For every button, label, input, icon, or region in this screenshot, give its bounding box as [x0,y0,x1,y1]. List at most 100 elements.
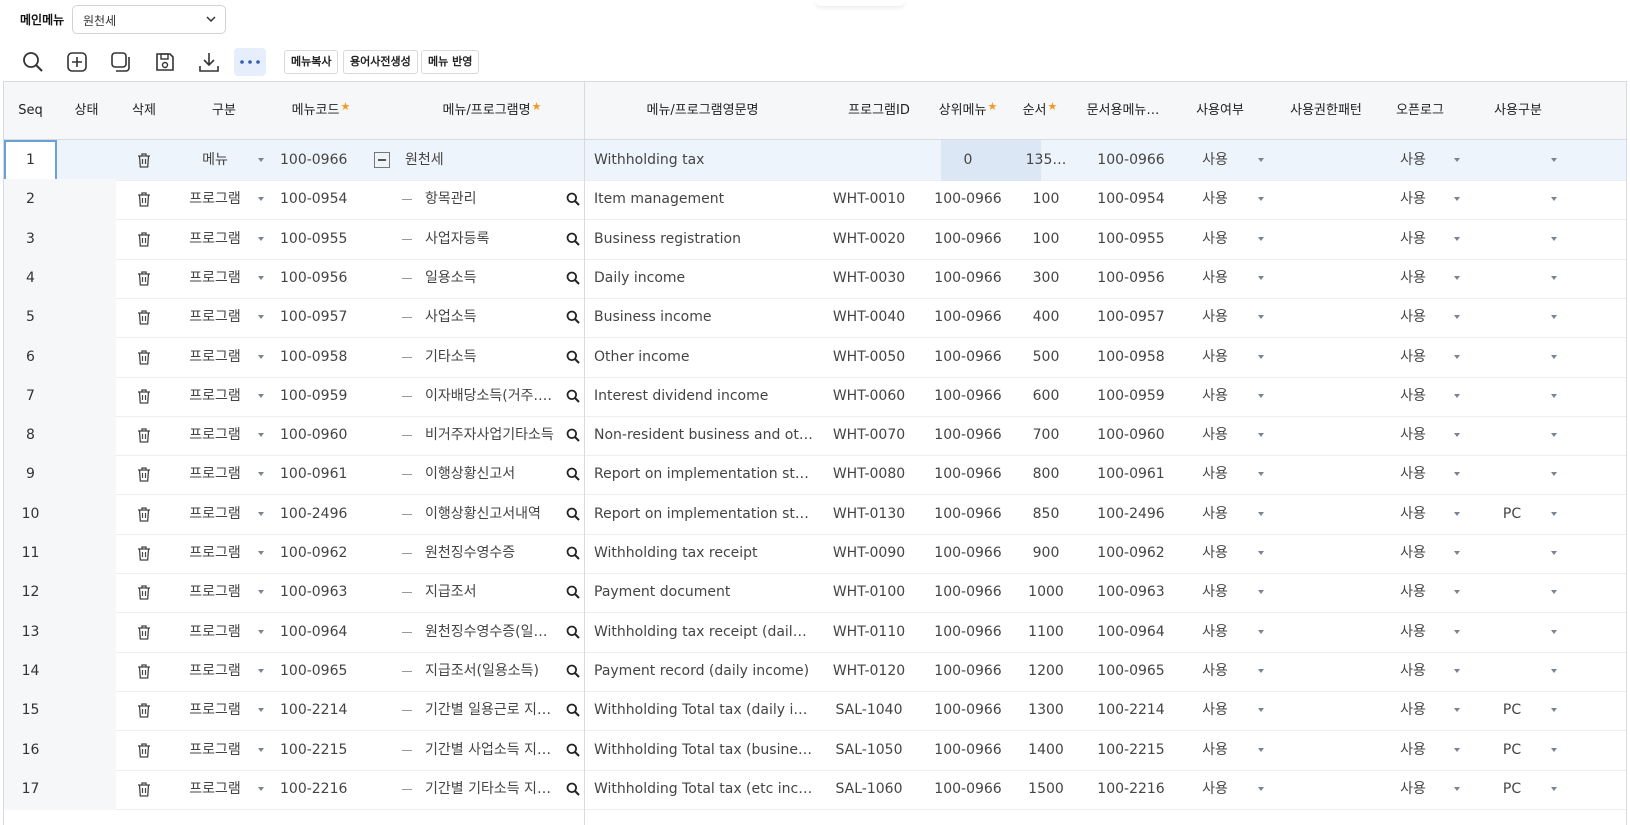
use-yn-cell[interactable]: 사용 [1190,140,1240,180]
parent-menu-cell[interactable]: 100-0966 [928,612,1008,652]
permission-pattern-cell[interactable] [1276,219,1376,259]
use-yn-cell[interactable]: 사용 [1190,376,1240,416]
parent-menu-cell[interactable]: 100-0966 [928,769,1008,809]
parent-menu-cell[interactable]: 100-0966 [928,219,1008,259]
menu-code-cell[interactable]: 100-0960 [280,415,370,455]
search-icon[interactable] [566,389,580,403]
table-row[interactable]: 16 프로그램 100-2215 기간별 사업소득 지급… Withholding To… [4,729,1626,771]
table-row[interactable]: 8 프로그램 100-0960 비거주자사업기타소득 Non-resident busi… [4,415,1626,457]
menu-code-cell[interactable]: 100-2216 [280,769,370,809]
trash-icon[interactable] [137,389,151,404]
trash-icon[interactable] [137,585,151,600]
dropdown-arrow-icon[interactable] [1551,708,1557,713]
type-cell[interactable]: 프로그램 [172,690,258,730]
menu-name-cell[interactable]: 기간별 일용근로 지급… [425,690,555,730]
type-cell[interactable]: 프로그램 [172,415,258,455]
dropdown-arrow-icon[interactable] [258,197,264,202]
menu-code-cell[interactable]: 100-0965 [280,651,370,691]
open-log-cell[interactable]: 사용 [1388,297,1438,337]
menu-eng-name-cell[interactable]: Withholding tax receipt [594,533,814,573]
col-menu-name[interactable]: 메뉴/프로그램명★ [400,82,584,140]
create-glossary-button[interactable]: 용어사전생성 [343,50,418,74]
menu-eng-name-cell[interactable]: Interest dividend income [594,376,814,416]
col-use-yn[interactable]: 사용여부 [1180,82,1260,140]
program-id-cell[interactable]: WHT-0120 [820,651,918,691]
col-menu-code[interactable]: 메뉴코드★ [276,82,366,140]
dropdown-arrow-icon[interactable] [1454,354,1460,359]
col-order[interactable]: 순서★ [1012,82,1068,140]
menu-code-cell[interactable]: 100-0954 [280,179,370,219]
menu-eng-name-cell[interactable]: Withholding tax receipt (daily inco… [594,612,814,652]
dropdown-arrow-icon[interactable] [1454,668,1460,673]
dropdown-arrow-icon[interactable] [258,354,264,359]
type-cell[interactable]: 프로그램 [172,258,258,298]
menu-code-cell[interactable]: 100-0963 [280,572,370,612]
dropdown-arrow-icon[interactable] [1551,354,1557,359]
menu-code-cell[interactable]: 100-0957 [280,297,370,337]
use-yn-cell[interactable]: 사용 [1190,219,1240,259]
dropdown-arrow-icon[interactable] [1454,472,1460,477]
use-type-cell[interactable] [1482,572,1542,612]
program-id-cell[interactable]: WHT-0060 [820,376,918,416]
order-cell[interactable]: 1200 [1012,651,1080,691]
use-yn-cell[interactable]: 사용 [1190,730,1240,770]
dropdown-arrow-icon[interactable] [1258,354,1264,359]
use-type-cell[interactable] [1482,376,1542,416]
type-cell[interactable]: 프로그램 [172,612,258,652]
type-cell[interactable]: 프로그램 [172,730,258,770]
use-yn-cell[interactable]: 사용 [1190,454,1240,494]
dropdown-arrow-icon[interactable] [1258,747,1264,752]
order-cell[interactable]: 1300 [1012,690,1080,730]
table-row[interactable]: 11 프로그램 100-0962 원천징수영수증 Withholding tax rec… [4,533,1626,574]
dropdown-arrow-icon[interactable] [258,786,264,791]
more-icon[interactable] [234,48,266,76]
program-id-cell[interactable]: SAL-1040 [820,690,918,730]
menu-code-cell[interactable]: 100-2215 [280,730,370,770]
parent-menu-cell[interactable]: 100-0966 [928,533,1008,573]
use-yn-cell[interactable]: 사용 [1190,533,1240,573]
menu-name-cell[interactable]: 사업소득 [425,297,555,337]
dropdown-arrow-icon[interactable] [258,433,264,438]
order-cell[interactable]: 400 [1012,297,1080,337]
permission-pattern-cell[interactable] [1276,337,1376,377]
dropdown-arrow-icon[interactable] [1258,472,1264,477]
menu-eng-name-cell[interactable]: Withholding tax [594,140,814,180]
doc-menu-cell[interactable]: 100-0956 [1086,258,1176,298]
parent-menu-cell[interactable]: 0 [928,140,1008,180]
open-log-cell[interactable]: 사용 [1388,769,1438,809]
col-type[interactable]: 구분 [172,82,276,140]
open-log-cell[interactable]: 사용 [1388,572,1438,612]
program-id-cell[interactable] [820,140,918,180]
order-cell[interactable]: 1000 [1012,572,1080,612]
collapse-icon[interactable] [374,152,390,168]
doc-menu-cell[interactable]: 100-2216 [1086,769,1176,809]
dropdown-arrow-icon[interactable] [1551,551,1557,555]
parent-menu-cell[interactable]: 100-0966 [928,572,1008,612]
doc-menu-cell[interactable]: 100-0959 [1086,376,1176,416]
dropdown-arrow-icon[interactable] [1454,786,1460,791]
type-cell[interactable]: 프로그램 [172,572,258,612]
apply-menu-button[interactable]: 메뉴 반영 [421,50,480,74]
menu-eng-name-cell[interactable]: Report on implementation status [594,494,814,534]
menu-name-cell[interactable]: 이행상황신고서내역 [425,494,555,534]
dropdown-arrow-icon[interactable] [1454,197,1460,202]
program-id-cell[interactable]: WHT-0050 [820,337,918,377]
parent-menu-cell[interactable]: 100-0966 [928,730,1008,770]
search-icon[interactable] [566,743,580,757]
menu-code-cell[interactable]: 100-0955 [280,219,370,259]
table-row[interactable]: 7 프로그램 100-0959 이자배당소득(거주.비… Interest divide… [4,375,1626,417]
use-yn-cell[interactable]: 사용 [1190,415,1240,455]
open-log-cell[interactable]: 사용 [1388,219,1438,259]
trash-icon[interactable] [137,624,151,640]
download-icon[interactable] [193,48,225,76]
dropdown-arrow-icon[interactable] [1551,472,1557,477]
menu-code-cell[interactable]: 100-0966 [280,140,370,180]
parent-menu-cell[interactable]: 100-0966 [928,651,1008,691]
open-log-cell[interactable]: 사용 [1388,533,1438,573]
dropdown-arrow-icon[interactable] [1551,668,1557,673]
menu-code-cell[interactable]: 100-0958 [280,337,370,377]
dropdown-arrow-icon[interactable] [1454,708,1460,713]
col-program-id[interactable]: 프로그램ID [820,82,938,140]
use-yn-cell[interactable]: 사용 [1190,179,1240,219]
program-id-cell[interactable]: WHT-0010 [820,179,918,219]
